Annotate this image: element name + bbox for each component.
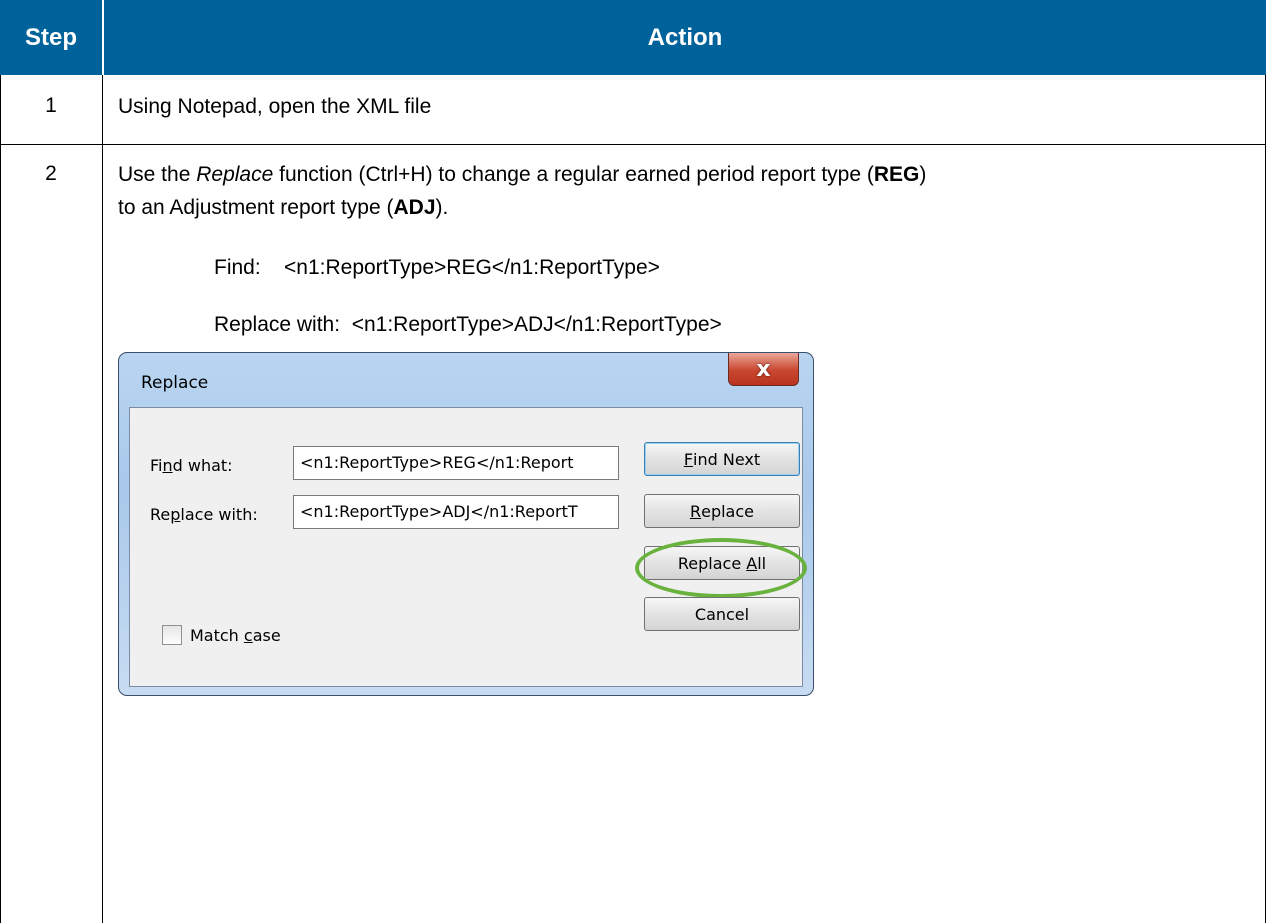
close-icon: x	[756, 356, 771, 382]
step-text: Using Notepad, open the XML file	[118, 95, 432, 118]
find-next-button[interactable]: Find Next	[644, 442, 800, 476]
replace-instruction: Replace with: <n1:ReportType>ADJ</n1:Rep…	[214, 313, 722, 336]
replace-with-input[interactable]: <n1:ReportType>ADJ</n1:ReportT	[293, 495, 619, 529]
instruction-text: function (Ctrl+H) to change a regular ea…	[273, 163, 874, 186]
header-action: Action	[647, 23, 723, 51]
replace-with-label: Replace with:	[150, 505, 258, 524]
row-divider	[0, 144, 1266, 145]
close-button[interactable]: x	[728, 353, 799, 386]
step-instruction-line2: to an Adjustment report type (ADJ).	[118, 192, 448, 224]
find-instruction: Find: <n1:ReportType>REG</n1:ReportType>	[214, 256, 660, 279]
cancel-button[interactable]: Cancel	[644, 597, 800, 631]
match-case-label: Match case	[190, 626, 281, 645]
replace-dialog: Replace x Find what: <n1:ReportType>REG<…	[118, 352, 814, 696]
replace-button[interactable]: Replace	[644, 494, 800, 528]
instruction-bold: ADJ	[393, 196, 436, 219]
find-what-input[interactable]: <n1:ReportType>REG</n1:Report	[293, 446, 619, 480]
step-instruction-line1: Use the Replace function (Ctrl+H) to cha…	[118, 159, 926, 191]
step-number: 1	[45, 94, 57, 117]
instruction-text: to an Adjustment report type (	[118, 196, 394, 219]
steps-table: Step Action 1 Using Notepad, open the XM…	[0, 0, 1266, 923]
table-column-divider	[102, 75, 103, 923]
instruction-bold: REG	[873, 163, 920, 186]
header-step: Step	[24, 23, 77, 51]
instruction-text: Use the	[118, 163, 197, 186]
match-case-checkbox[interactable]	[162, 625, 182, 645]
find-what-label: Find what:	[150, 456, 233, 475]
instruction-emphasis: Replace	[196, 163, 274, 186]
step-number: 2	[45, 162, 57, 185]
instruction-text: )	[919, 163, 927, 186]
table-header: Step Action	[0, 0, 1266, 75]
dialog-title: Replace	[141, 373, 209, 393]
dialog-body: Find what: <n1:ReportType>REG</n1:Report…	[129, 407, 807, 687]
instruction-text: ).	[435, 196, 449, 219]
highlight-circle	[635, 538, 807, 598]
table-border-left	[0, 75, 1, 923]
